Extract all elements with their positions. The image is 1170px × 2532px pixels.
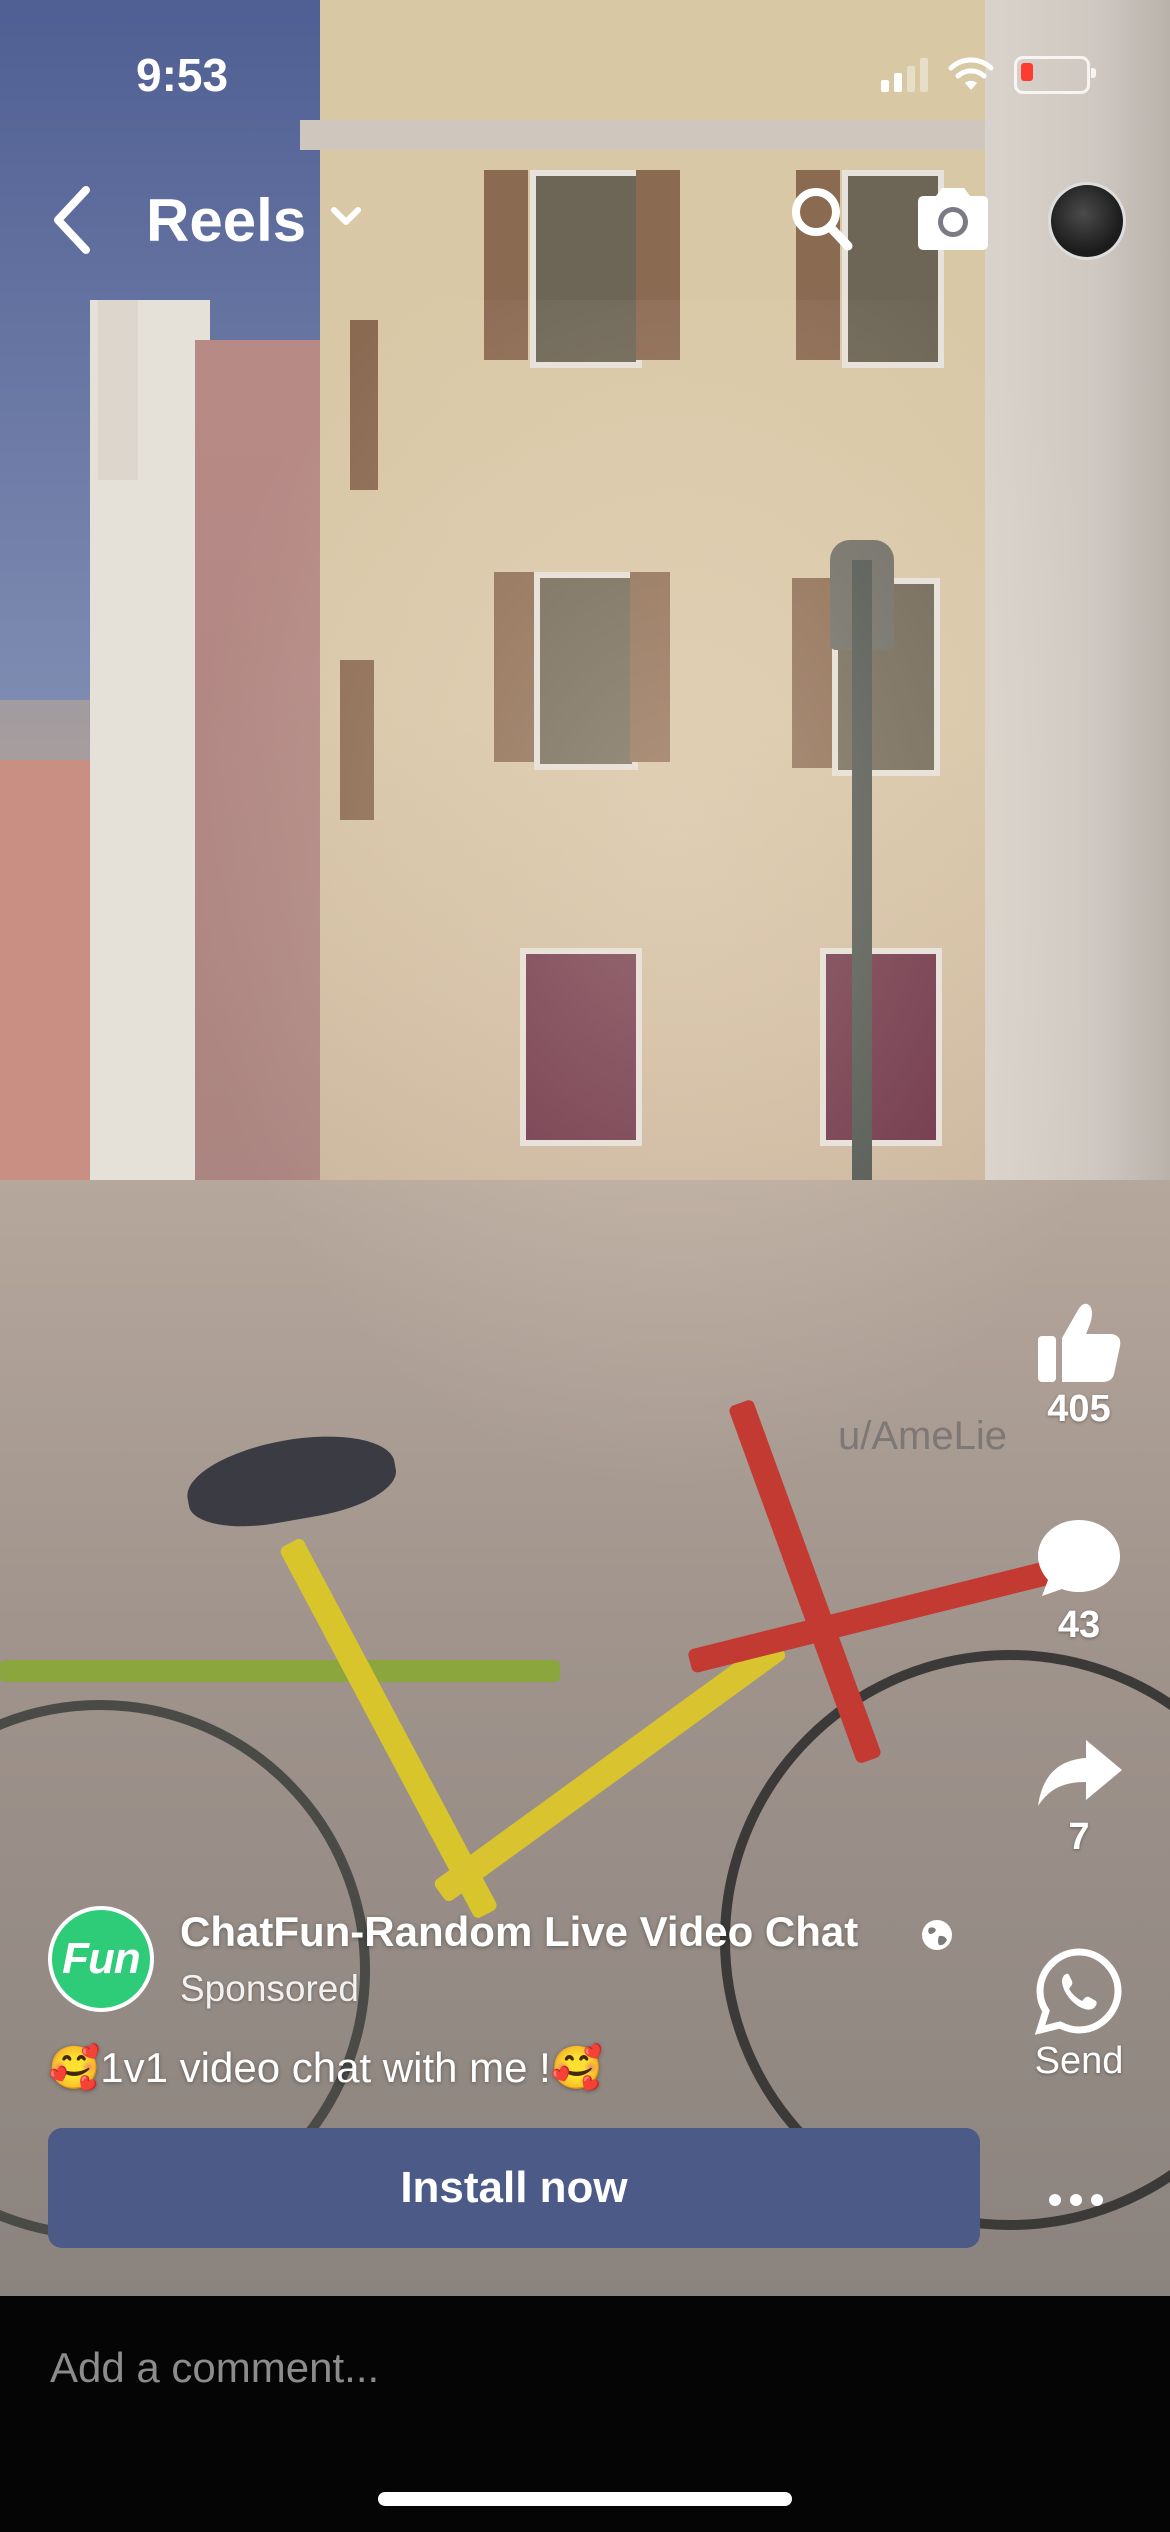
reels-title[interactable]: Reels bbox=[146, 186, 306, 255]
share-button[interactable]: 7 bbox=[1009, 1736, 1149, 1859]
like-count: 405 bbox=[1047, 1388, 1111, 1430]
video-watermark: u/AmeLie bbox=[838, 1414, 1007, 1458]
chevron-down-icon[interactable] bbox=[326, 196, 366, 236]
globe-icon bbox=[922, 1920, 952, 1950]
bicycle-frame bbox=[0, 1660, 560, 1682]
signal-icon bbox=[881, 58, 928, 92]
advertiser-logo-text: Fun bbox=[62, 1934, 141, 1983]
more-dots-icon[interactable] bbox=[1038, 2180, 1114, 2220]
sponsored-label: Sponsored bbox=[180, 1968, 359, 2009]
advertiser-logo[interactable]: Fun bbox=[48, 1906, 154, 2012]
comment-count: 43 bbox=[1057, 1604, 1101, 1646]
status-icons bbox=[881, 56, 1096, 94]
ad-caption: 🥰1v1 video chat with me !🥰 bbox=[48, 2044, 604, 2091]
status-time: 9:53 bbox=[136, 49, 229, 101]
reels-header: Reels bbox=[0, 170, 1170, 270]
video-tower-top bbox=[98, 300, 138, 480]
battery-low-icon bbox=[1014, 56, 1096, 94]
thumbs-up-icon bbox=[1038, 1303, 1121, 1382]
comment-input[interactable] bbox=[48, 2332, 1122, 2404]
share-arrow-icon bbox=[1038, 1740, 1122, 1806]
send-label: Send bbox=[1034, 2040, 1124, 2082]
advertiser-name[interactable]: ChatFun-Random Live Video Chat bbox=[180, 1908, 858, 1956]
search-icon[interactable] bbox=[786, 180, 856, 256]
comment-bar bbox=[0, 2296, 1170, 2532]
share-count: 7 bbox=[1068, 1816, 1090, 1858]
whatsapp-icon bbox=[1034, 1948, 1122, 2035]
profile-avatar[interactable] bbox=[1048, 182, 1126, 260]
like-button[interactable]: 405 bbox=[1009, 1300, 1149, 1431]
wifi-icon bbox=[948, 57, 994, 90]
comment-button[interactable]: 43 bbox=[1009, 1516, 1149, 1647]
send-whatsapp-button[interactable]: Send bbox=[1009, 1946, 1149, 2083]
camera-icon[interactable] bbox=[912, 184, 994, 254]
video-building-roof bbox=[300, 120, 1000, 150]
video-overlay-figure bbox=[180, 300, 1080, 1500]
back-chevron-icon[interactable] bbox=[40, 182, 110, 258]
home-indicator[interactable] bbox=[378, 2492, 792, 2506]
install-now-button[interactable]: Install now bbox=[48, 2128, 980, 2248]
comment-bubble-icon bbox=[1038, 1520, 1120, 1596]
